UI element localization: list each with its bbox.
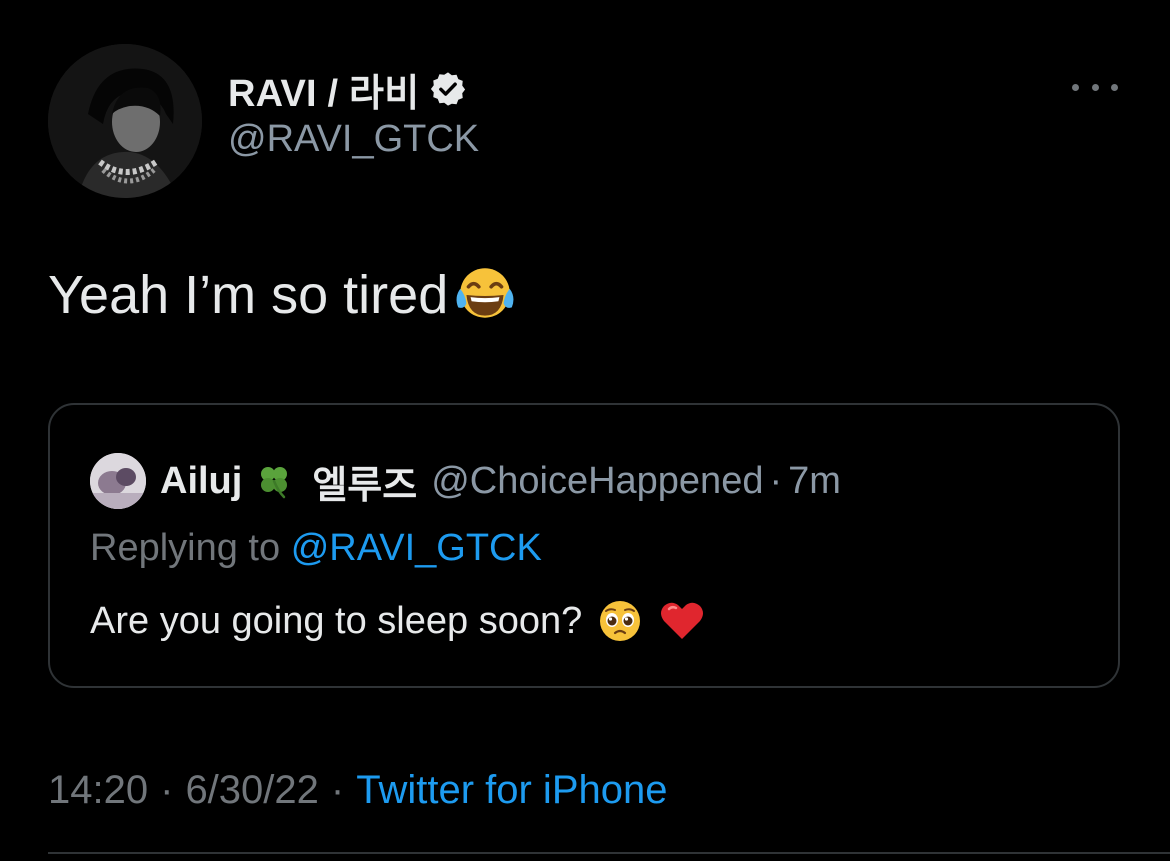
more-horizontal-icon — [1072, 83, 1079, 91]
author-handle[interactable]: @RAVI_GTCK — [228, 118, 479, 161]
tweet-meta: 14:20 · 6/30/22 · Twitter for iPhone — [48, 768, 667, 813]
replying-to: Replying to @RAVI_GTCK — [90, 527, 542, 570]
more-horizontal-icon-dot — [1111, 83, 1118, 91]
quoted-author-name[interactable]: Ailuj — [160, 460, 242, 503]
red-heart-icon — [661, 602, 704, 639]
quoted-author-handle[interactable]: @ChoiceHappened — [431, 460, 763, 503]
four-leaf-clover-icon — [261, 467, 288, 499]
quoted-tweet-header: Ailuj 엘루즈 @ChoiceHappened · 7m — [90, 453, 841, 509]
quoted-tweet-time[interactable]: 7m — [788, 460, 841, 503]
author-info: RAVI / 라비 @RAVI_GTCK — [228, 66, 479, 161]
author-display-name[interactable]: RAVI / 라비 — [228, 62, 419, 117]
replying-to-mention[interactable]: @RAVI_GTCK — [291, 527, 542, 569]
author-avatar[interactable] — [48, 44, 202, 198]
tweet-time[interactable]: 14:20 — [48, 768, 148, 813]
pleading-face-icon — [600, 601, 641, 641]
tweet-text: Yeah I’m so tired — [48, 265, 449, 325]
quoted-header-separator: · — [769, 459, 783, 502]
tweet-body: Yeah I’m so tired — [48, 262, 518, 328]
more-options-button[interactable] — [1072, 72, 1118, 102]
author-name-row: RAVI / 라비 — [228, 66, 479, 115]
more-horizontal-icon-dot — [1091, 83, 1099, 91]
quoted-tweet[interactable]: Ailuj 엘루즈 @ChoiceHappened · 7m Replying … — [48, 403, 1120, 688]
verified-badge-icon[interactable] — [429, 70, 467, 108]
quoted-tweet-body: Are you going to sleep soon? — [90, 597, 706, 645]
profile-photo-icon — [48, 44, 202, 198]
quoted-profile-photo-icon — [90, 453, 146, 509]
section-divider — [48, 852, 1170, 854]
quoted-author-avatar[interactable] — [90, 453, 146, 509]
tweet-date[interactable]: 6/30/22 — [185, 768, 318, 813]
face-with-tears-of-joy-icon — [456, 268, 514, 318]
quoted-author-name-ko[interactable]: 엘루즈 — [312, 454, 417, 509]
tweet-source-link[interactable]: Twitter for iPhone — [356, 768, 667, 813]
quoted-tweet-text: Are you going to sleep soon? — [90, 599, 583, 642]
tweet-detail: RAVI / 라비 @RAVI_GTCK Yeah I’m so tired A… — [0, 0, 1170, 861]
meta-separator-2: · — [330, 768, 345, 812]
replying-to-prefix: Replying to — [90, 527, 281, 569]
meta-separator: · — [160, 768, 174, 812]
